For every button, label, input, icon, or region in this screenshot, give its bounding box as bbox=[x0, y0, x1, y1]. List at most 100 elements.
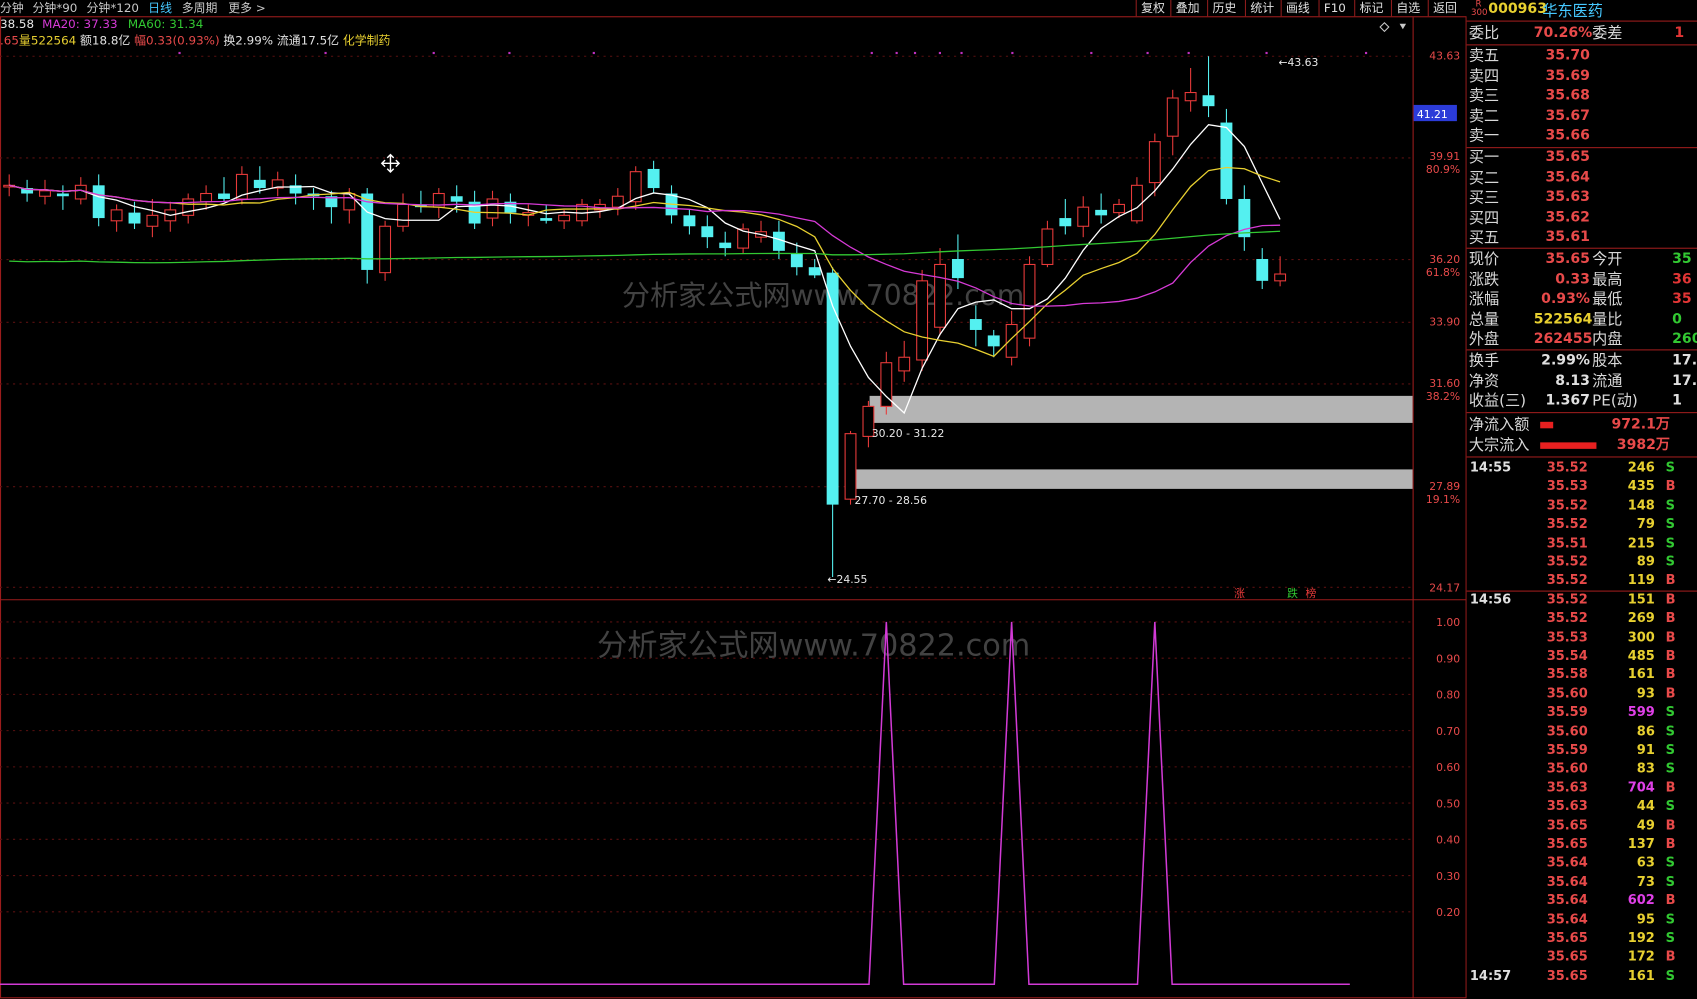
bid-level: 买二 35.64 bbox=[1467, 168, 1697, 187]
stock-name: 华东医药 bbox=[1542, 3, 1603, 21]
tick-price: 35.65 bbox=[1546, 967, 1588, 983]
tick-price: 35.51 bbox=[1546, 534, 1588, 551]
tick-row: 35.64 602 B bbox=[1467, 891, 1697, 910]
zone-upper-label: 30.20 - 31.22 bbox=[872, 427, 945, 440]
quote-row-value: 35.65 bbox=[1545, 250, 1590, 268]
quote-row-value2: 35 bbox=[1672, 291, 1692, 308]
tick-row: 35.54 485 B bbox=[1467, 647, 1697, 666]
event-marker bbox=[895, 51, 898, 55]
candle bbox=[880, 351, 893, 415]
tick-price: 35.53 bbox=[1546, 629, 1588, 645]
bid-level-value: 35.64 bbox=[1545, 169, 1590, 186]
tick-row: 14:56 35.52 151 B bbox=[1466, 590, 1697, 609]
tick-price: 35.65 bbox=[1546, 948, 1588, 965]
bid-level: 买五 35.61 bbox=[1467, 229, 1697, 248]
indicator-axis-label: 0.30 bbox=[1436, 870, 1460, 883]
indicator-axis-label: 0.60 bbox=[1436, 761, 1460, 774]
candle-body-down bbox=[56, 193, 69, 197]
tick-direction: B bbox=[1665, 572, 1676, 588]
tick-row: 35.63 44 S bbox=[1467, 797, 1697, 816]
candle-body-down bbox=[701, 226, 714, 238]
price-axis-label: 33.90 bbox=[1429, 316, 1460, 329]
upper-support-zone bbox=[869, 395, 1413, 423]
tick-direction: B bbox=[1665, 629, 1676, 645]
event-marker bbox=[913, 51, 917, 55]
bid-level-label: 买五 bbox=[1468, 229, 1500, 248]
tick-direction: S bbox=[1665, 854, 1676, 871]
candle-body-down bbox=[969, 319, 982, 330]
candle-body-down bbox=[808, 267, 821, 276]
tick-volume: 161 bbox=[1627, 666, 1655, 682]
candle bbox=[1256, 248, 1269, 290]
flow-value: 3982万 bbox=[1616, 436, 1670, 453]
candle bbox=[504, 193, 517, 224]
indicator-layer bbox=[0, 621, 1413, 986]
tick-price: 35.52 bbox=[1546, 591, 1588, 607]
tick-direction: B bbox=[1665, 836, 1676, 852]
price-chart: 分析家公式网www.70822.com分析家公式网www.70822.com 3… bbox=[0, 16, 1467, 999]
candle bbox=[128, 201, 141, 229]
tick-row: 35.60 93 B bbox=[1467, 684, 1697, 703]
tick-direction: S bbox=[1665, 873, 1676, 889]
flow-row: 净流入额 972.1万 bbox=[1467, 415, 1697, 434]
tick-direction: S bbox=[1665, 760, 1676, 776]
candle bbox=[1220, 108, 1233, 205]
tick-price: 35.59 bbox=[1546, 741, 1588, 758]
tick-direction: B bbox=[1665, 647, 1676, 664]
candle-body-up bbox=[898, 356, 911, 372]
ask-level-value: 35.69 bbox=[1545, 67, 1590, 84]
weicha-value: 1 bbox=[1674, 24, 1685, 42]
price-axis-label: 80.9% bbox=[1426, 163, 1460, 176]
candle bbox=[719, 231, 732, 257]
stat-row: 收益(三) 1.367 PE(动) 1 bbox=[1467, 392, 1697, 411]
tick-volume: 73 bbox=[1636, 873, 1655, 889]
quote-row: 涨跌 0.33 最高 36 bbox=[1467, 270, 1697, 289]
tick-row: 35.53 435 B bbox=[1467, 477, 1697, 496]
candle-body-up bbox=[558, 214, 571, 222]
bid-level-label: 买一 bbox=[1468, 149, 1500, 167]
candle-body-down bbox=[1095, 209, 1108, 216]
candle-body-up bbox=[39, 190, 51, 197]
quote-row-label: 现价 bbox=[1468, 250, 1500, 269]
tick-volume: 269 bbox=[1627, 610, 1655, 626]
candle bbox=[289, 174, 302, 205]
candle-body-up bbox=[200, 192, 213, 203]
candle bbox=[21, 179, 34, 202]
candle-body-up bbox=[1148, 141, 1161, 184]
event-marker bbox=[324, 51, 327, 55]
zone-lower-label: 27.70 - 28.56 bbox=[854, 494, 927, 507]
candle bbox=[1274, 256, 1287, 287]
tick-direction: B bbox=[1665, 666, 1676, 682]
current-price-tag: 41.21 bbox=[1417, 108, 1448, 121]
quote-row-value: 0.33 bbox=[1555, 271, 1590, 288]
event-marker bbox=[1364, 51, 1368, 55]
tick-price: 35.52 bbox=[1546, 497, 1588, 513]
ask-level-label: 卖二 bbox=[1468, 107, 1500, 126]
high-price-note: ←43.63 bbox=[1278, 56, 1318, 69]
tick-volume: 172 bbox=[1627, 948, 1655, 965]
ask-level-value: 35.68 bbox=[1545, 87, 1590, 105]
candle-body-down bbox=[719, 242, 732, 249]
market-badge: R 300 bbox=[1471, 0, 1488, 17]
stat-row: 换手 2.99% 股本 17. bbox=[1467, 352, 1697, 371]
candle-body-down bbox=[790, 253, 803, 268]
bid-level-label: 买三 bbox=[1468, 189, 1500, 207]
quote-row: 现价 35.65 今开 35 bbox=[1467, 250, 1697, 269]
candle bbox=[1202, 56, 1215, 118]
quote-row-value2: 260 bbox=[1672, 331, 1697, 348]
candle bbox=[1077, 196, 1090, 238]
tick-direction: B bbox=[1665, 591, 1676, 607]
tick-row: 35.60 86 S bbox=[1467, 722, 1697, 741]
tick-row: 35.52 269 B bbox=[1467, 609, 1697, 628]
candle bbox=[629, 166, 642, 210]
candle-body-up bbox=[1166, 97, 1179, 137]
candle bbox=[1130, 177, 1143, 224]
tick-volume: 83 bbox=[1636, 760, 1655, 776]
quote-row-label: 涨跌 bbox=[1468, 271, 1500, 289]
candle bbox=[1166, 89, 1179, 156]
indicator-axis-label: 0.50 bbox=[1436, 797, 1460, 810]
quote-row-label: 总量 bbox=[1468, 311, 1500, 329]
quote-row-label: 涨幅 bbox=[1468, 291, 1500, 309]
tick-volume: 704 bbox=[1627, 779, 1655, 795]
tick-price: 35.60 bbox=[1546, 723, 1588, 739]
